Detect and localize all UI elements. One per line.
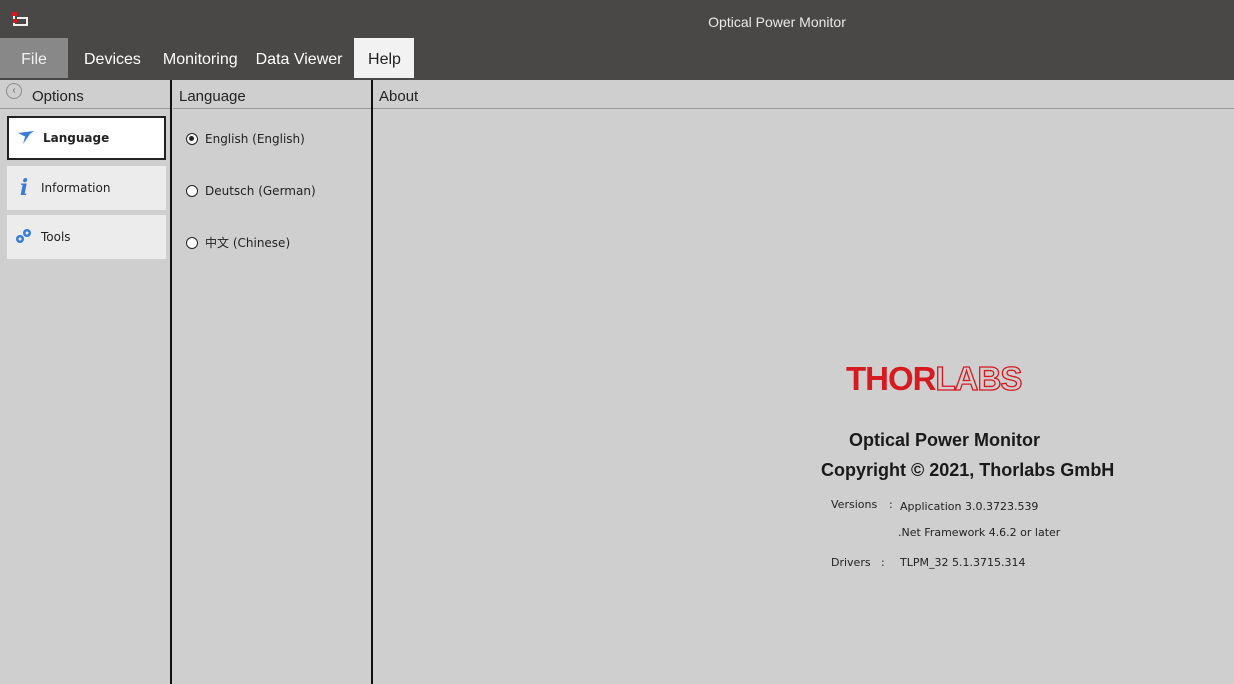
radio-label: 中文 (Chinese) xyxy=(205,236,291,250)
radio-chinese[interactable]: 中文 (Chinese) xyxy=(186,234,290,251)
language-icon xyxy=(11,129,41,148)
radio-button[interactable] xyxy=(186,236,198,249)
info-icon: i xyxy=(19,175,29,201)
menu-file[interactable]: File xyxy=(0,38,68,78)
menu-monitoring[interactable]: Monitoring xyxy=(149,38,246,78)
drivers-separator: : xyxy=(881,556,885,569)
options-title: Options xyxy=(32,88,84,105)
language-panel: Language English (English) Deutsch (Germ… xyxy=(173,80,371,684)
radio-english[interactable]: English (English) xyxy=(186,132,305,146)
options-item-language[interactable]: Language xyxy=(7,116,166,160)
radio-label: English (English) xyxy=(205,132,305,146)
copyright: Copyright © 2021, Thorlabs GmbH xyxy=(821,460,1115,480)
radio-button[interactable] xyxy=(186,133,198,145)
radio-german[interactable]: Deutsch (German) xyxy=(186,184,316,198)
thorlabs-logo: THORLABS xyxy=(846,359,1023,397)
versions-label: Versions xyxy=(831,498,878,511)
menu-data-viewer[interactable]: Data Viewer xyxy=(246,38,351,78)
options-panel: ‹ Options Language i Information Tools xyxy=(0,80,170,684)
menu-help[interactable]: Help xyxy=(354,38,415,78)
radio-button[interactable] xyxy=(186,185,198,197)
drivers-version: TLPM_32 5.1.3715.314 xyxy=(900,556,1026,569)
menu-bar: File Devices Monitoring Data Viewer Help xyxy=(0,38,415,78)
title-bar: Optical Power Monitor File Devices Monit… xyxy=(0,0,1234,80)
options-item-information[interactable]: i Information xyxy=(7,166,166,210)
application-version: Application 3.0.3723.539 xyxy=(900,500,1039,513)
radio-label: Deutsch (German) xyxy=(205,184,316,198)
back-icon[interactable]: ‹ xyxy=(6,83,22,99)
versions-separator: : xyxy=(889,498,893,511)
about-panel: About THORLABS Optical Power Monitor Cop… xyxy=(373,80,1234,684)
options-item-label: Language xyxy=(43,131,110,145)
menu-devices[interactable]: Devices xyxy=(68,38,149,78)
language-header: Language xyxy=(173,80,371,109)
window-title: Optical Power Monitor xyxy=(708,14,846,30)
tools-icon xyxy=(9,227,39,248)
app-name: Optical Power Monitor xyxy=(849,430,1041,450)
options-item-tools[interactable]: Tools xyxy=(7,215,166,259)
options-item-label: Information xyxy=(41,181,111,195)
options-header: ‹ Options xyxy=(0,80,170,109)
divider xyxy=(170,80,172,684)
drivers-label: Drivers xyxy=(831,556,871,569)
content-area: ‹ Options Language i Information Tools L… xyxy=(0,80,1234,684)
about-content: THORLABS Optical Power Monitor Copyright… xyxy=(373,80,1234,684)
options-item-label: Tools xyxy=(41,230,71,244)
framework-version: .Net Framework 4.6.2 or later xyxy=(898,526,1061,539)
